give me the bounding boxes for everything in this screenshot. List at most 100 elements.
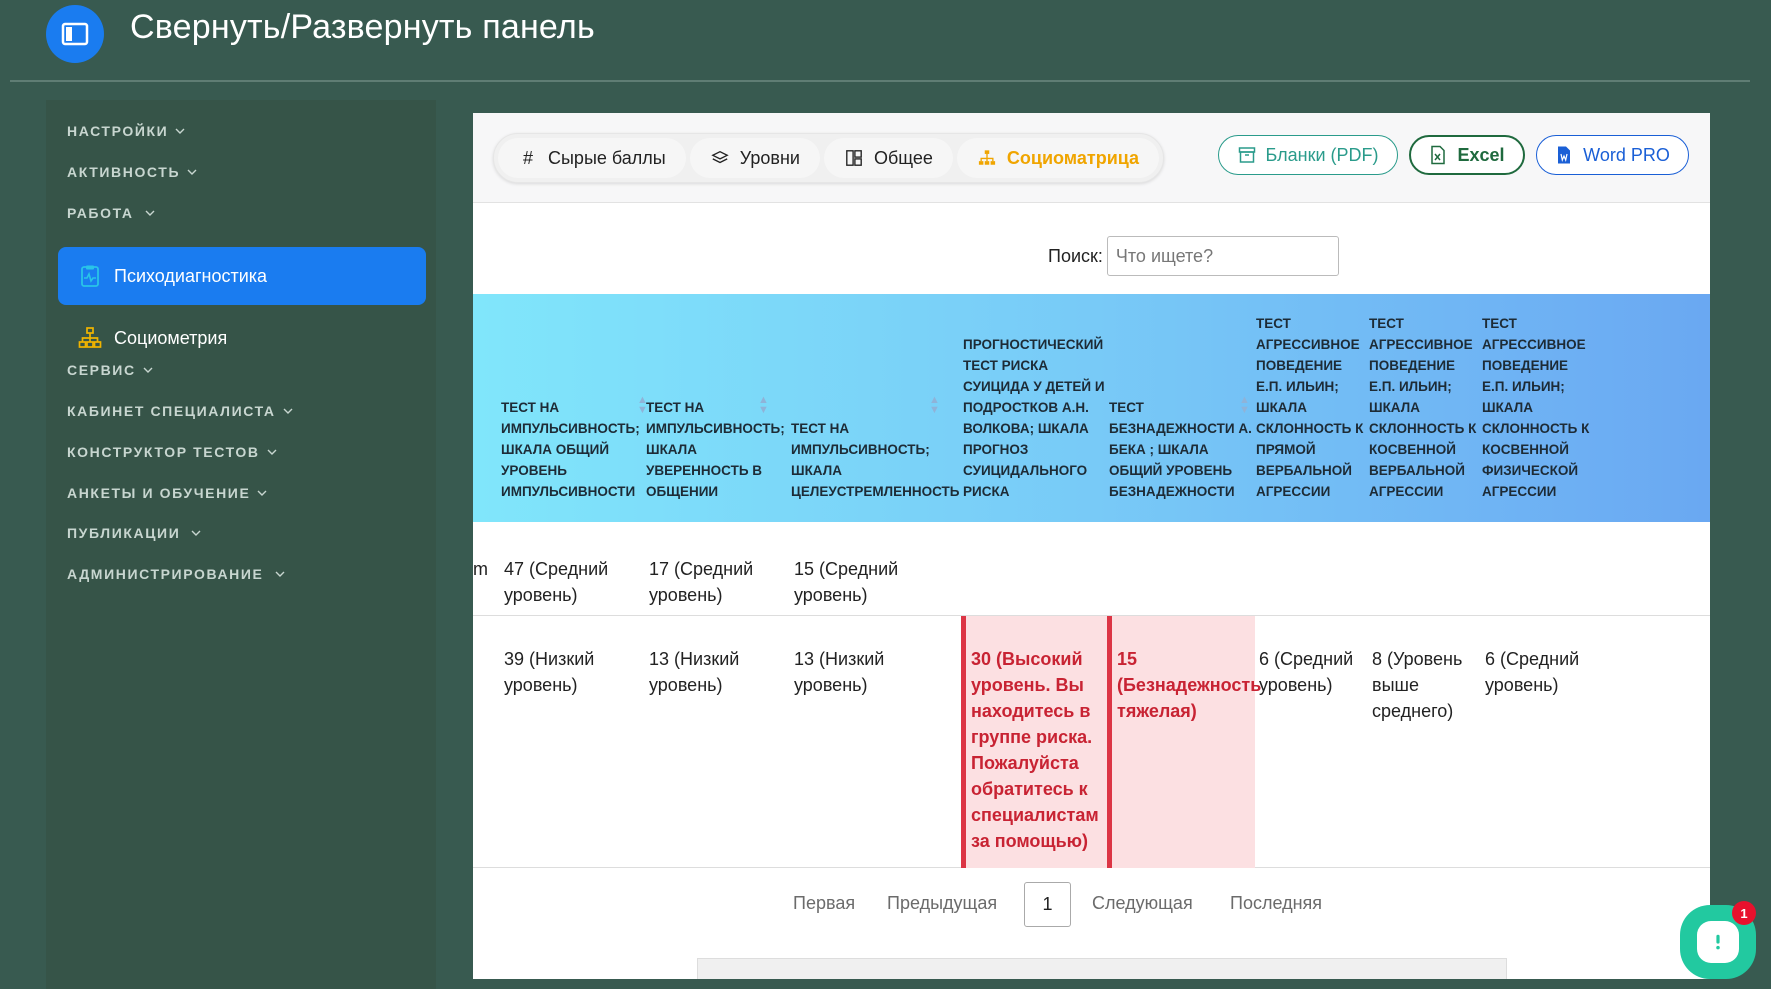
sort-icon: ▲ ▼ [929,394,940,416]
tab-raw-scores[interactable]: # Сырые баллы [498,138,686,178]
nav-section-test-builder[interactable]: КОНСТРУКТОР ТЕСТОВ [67,444,278,460]
excel-file-icon [1431,145,1446,165]
nav-section-label: АНКЕТЫ И ОБУЧЕНИЕ [67,485,251,501]
chevron-down-icon [145,210,155,216]
sidebar-item-label: Социометрия [114,327,228,348]
table-row: 39 (Низкий уровень) 13 (Низкий уровень) … [473,616,1710,868]
table-cell: 15 (Средний уровень) [794,559,899,605]
column-header[interactable]: ПРОГНОСТИЧЕСКИЙ ТЕСТ РИСКА СУИЦИДА У ДЕТ… [963,294,1109,522]
pagination-next[interactable]: Следующая [1092,893,1193,914]
sidebar-item-psychodiagnostics[interactable]: Психодиагностика [58,247,426,305]
export-pdf-button[interactable]: Бланки (PDF) [1218,135,1398,175]
chevron-down-icon [275,571,284,577]
horizontal-scrollbar[interactable] [697,958,1507,979]
table-cell: 6 (Средний уровень) [1485,649,1580,695]
tab-label: Уровни [739,147,800,168]
tab-levels[interactable]: Уровни [689,138,820,178]
column-header-label: ТЕСТ АГРЕССИВНОЕ ПОВЕДЕНИЕ Е.П. ИЛЬИН; Ш… [1482,316,1590,499]
nav-section-label: ПУБЛИКАЦИИ [67,525,181,541]
table-cell: 13 (Низкий уровень) [794,649,885,695]
column-header[interactable]: ТЕСТ АГРЕССИВНОЕ ПОВЕДЕНИЕ Е.П. ИЛЬИН; Ш… [1482,294,1592,522]
table-cell: 6 (Средний уровень) [1259,649,1354,695]
column-header-label: ПРОГНОСТИЧЕСКИЙ ТЕСТ РИСКА СУИЦИДА У ДЕТ… [963,337,1105,499]
tab-general[interactable]: Общее [823,138,953,178]
chevron-down-icon [257,490,267,496]
search-label: Поиск: [1048,245,1103,266]
chevron-down-icon [187,169,197,175]
nav-section-label: АДМИНИСТРИРОВАНИЕ [67,566,264,582]
results-card: # Сырые баллы Уровни Общее Социоматрица Б… [473,113,1710,979]
chevron-down-icon [175,128,185,134]
column-header[interactable]: ТЕСТ АГРЕССИВНОЕ ПОВЕДЕНИЕ Е.П. ИЛЬИН; Ш… [1369,294,1482,522]
table-cell: m [473,559,488,579]
column-header-label: ТЕСТ АГРЕССИВНОЕ ПОВЕДЕНИЕ Е.П. ИЛЬИН; Ш… [1369,316,1477,499]
table-header: ТЕСТ НА ИМПУЛЬСИВНОСТЬ; ШКАЛА ОБЩИЙ УРОВ… [473,294,1710,522]
chevron-down-icon [191,530,201,536]
sidebar-item-label: Психодиагностика [114,265,268,286]
pagination-first[interactable]: Первая [793,893,855,914]
export-word-label: Word PRO [1583,144,1670,165]
export-excel-label: Excel [1457,144,1505,165]
table-cell: 39 (Низкий уровень) [504,649,595,695]
nav-section-publications[interactable]: ПУБЛИКАЦИИ [67,525,202,541]
sort-icon: ▲ ▼ [1239,394,1250,416]
column-header[interactable]: ТЕСТ БЕЗНАДЕЖНОСТИ А. БЕКА ; ШКАЛА ОБЩИЙ… [1109,294,1255,522]
column-header-label: ТЕСТ НА ИМПУЛЬСИВНОСТЬ; ШКАЛА ОБЩИЙ УРОВ… [501,400,640,499]
nav-section-specialist-cabinet[interactable]: КАБИНЕТ СПЕЦИАЛИСТА [67,403,294,419]
nav-section-settings[interactable]: НАСТРОЙКИ [67,123,186,139]
nav-section-label: КОНСТРУКТОР ТЕСТОВ [67,444,260,460]
export-excel-button[interactable]: Excel [1409,135,1525,175]
column-header-label: ТЕСТ АГРЕССИВНОЕ ПОВЕДЕНИЕ Е.П. ИЛЬИН; Ш… [1256,316,1364,499]
pagination-prev[interactable]: Предыдущая [887,893,997,914]
nav-section-administration[interactable]: АДМИНИСТРИРОВАНИЕ [67,566,286,582]
export-pdf-label: Бланки (PDF) [1265,144,1379,165]
column-header-label: ТЕСТ НА ИМПУЛЬСИВНОСТЬ; ШКАЛА ЦЕЛЕУСТРЕМ… [791,421,960,499]
sort-icon: ▲ ▼ [758,394,769,416]
tab-sociomatrix[interactable]: Социоматрица [956,138,1160,178]
chevron-down-icon [283,408,293,414]
column-header[interactable]: ТЕСТ НА ИМПУЛЬСИВНОСТЬ; ШКАЛА ЦЕЛЕУСТРЕМ… [791,294,963,522]
view-tabs: # Сырые баллы Уровни Общее Социоматрица [493,133,1165,183]
archive-icon [1238,147,1255,163]
table-cell-danger: 15 (Безнадежность тяжелая) [1117,649,1262,721]
table-cell: 47 (Средний уровень) [504,559,609,605]
tab-label: Социоматрица [1006,147,1140,168]
pagination-current-page[interactable]: 1 [1024,882,1071,927]
top-bar: Свернуть/Развернуть панель [0,0,1771,82]
nav-section-work[interactable]: РАБОТА [67,205,156,221]
nav-section-label: НАСТРОЙКИ [67,123,169,139]
pagination-last[interactable]: Последняя [1230,893,1322,914]
nav-section-surveys[interactable]: АНКЕТЫ И ОБУЧЕНИЕ [67,485,268,501]
nav-section-activity[interactable]: АКТИВНОСТЬ [67,164,198,180]
column-header[interactable]: ТЕСТ НА ИМПУЛЬСИВНОСТЬ; ШКАЛА УВЕРЕННОСТ… [646,294,791,522]
danger-cell-marker [961,616,966,868]
column-header-label: ТЕСТ НА ИМПУЛЬСИВНОСТЬ; ШКАЛА УВЕРЕННОСТ… [646,400,785,499]
table-cell: 8 (Уровень выше среднего) [1372,649,1463,721]
nav-section-label: КАБИНЕТ СПЕЦИАЛИСТА [67,403,276,419]
nav-section-service[interactable]: СЕРВИС [67,362,154,378]
hierarchy-icon [977,148,997,168]
panel-toggle-icon [61,22,89,46]
layers-icon [710,148,730,168]
page-title: Свернуть/Развернуть панель [130,8,595,46]
sidebar: НАСТРОЙКИ АКТИВНОСТЬ РАБОТА Психодиагнос… [46,100,436,989]
column-header[interactable]: ТЕСТ АГРЕССИВНОЕ ПОВЕДЕНИЕ Е.П. ИЛЬИН; Ш… [1256,294,1369,522]
chevron-down-icon [143,367,153,373]
nav-section-label: АКТИВНОСТЬ [67,164,181,180]
column-header[interactable]: ТЕСТ НА ИМПУЛЬСИВНОСТЬ; ШКАЛА ОБЩИЙ УРОВ… [501,294,648,522]
search-bar: Поиск: [1048,236,1339,276]
table-row: m 47 (Средний уровень) 17 (Средний урове… [473,522,1710,616]
table-cell: 17 (Средний уровень) [649,559,754,605]
chat-notification-badge: 1 [1732,901,1756,925]
export-word-button[interactable]: Word PRO [1536,135,1689,175]
card-toolbar: # Сырые баллы Уровни Общее Социоматрица Б… [473,113,1710,203]
word-file-icon [1558,146,1571,164]
chevron-down-icon [267,449,277,455]
table-cell: 13 (Низкий уровень) [649,649,740,695]
sidebar-toggle-button[interactable] [46,5,104,63]
danger-cell-marker [1107,616,1112,868]
nav-section-label: РАБОТА [67,205,134,221]
sidebar-item-sociometry[interactable]: Социометрия [58,309,426,367]
hierarchy-icon [78,327,102,348]
search-input[interactable] [1106,236,1339,276]
